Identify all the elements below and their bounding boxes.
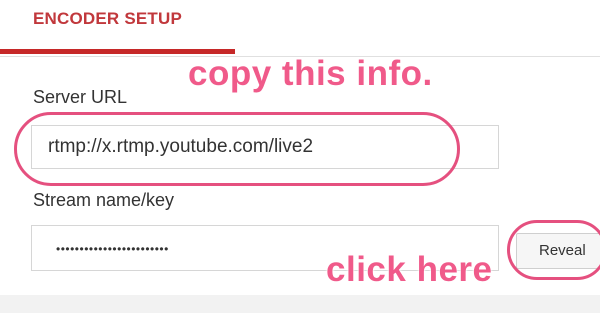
encoder-setup-title: ENCODER SETUP (33, 9, 183, 28)
footer-bar (0, 295, 600, 313)
click-annotation: click here (326, 250, 493, 289)
reveal-highlight-ring (507, 220, 600, 280)
server-url-label: Server URL (33, 87, 128, 107)
server-url-highlight-ring (14, 112, 460, 186)
copy-annotation: copy this info. (188, 54, 433, 93)
stream-key-label: Stream name/key (33, 190, 175, 210)
